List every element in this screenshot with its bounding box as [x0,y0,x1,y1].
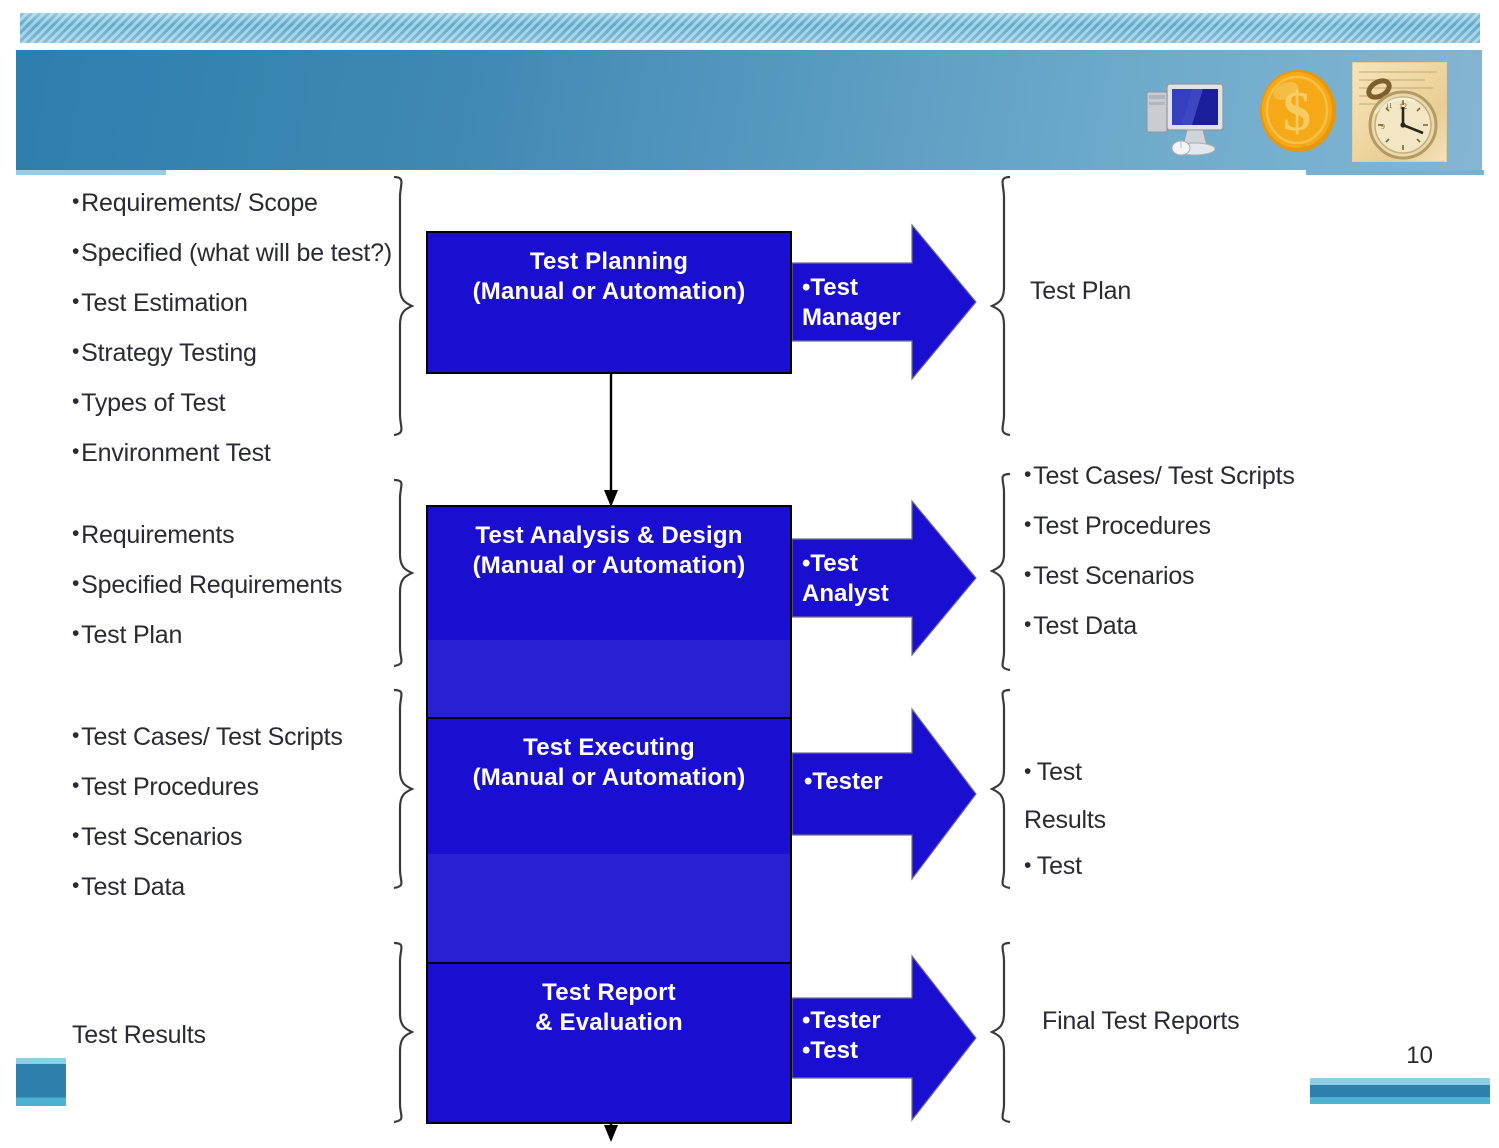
row-0-role-arrow: •Test Manager [791,221,978,389]
process-box-test-report-evaluation[interactable]: Test Report & Evaluation [426,962,792,1124]
output-item: Test Plan [1030,277,1132,305]
input-item: Strategy Testing [72,329,392,379]
output-item: Test Procedures [1024,502,1295,552]
role-label: •Tester [804,768,883,795]
input-item: Test Procedures [72,763,343,813]
header-stripe-sheen [20,13,1480,43]
row-1-output-brace [988,472,1014,677]
slide-number: 10 [1406,1042,1433,1069]
row-2-outputs: Test Results Test [1024,749,1106,891]
computer-monitor-icon [1145,78,1237,158]
row-0-input-brace [390,175,416,442]
output-item: Test Scenarios [1024,552,1295,602]
output-item: Test [1024,843,1106,891]
input-item: Specified (what will be test?) [72,229,392,279]
output-item-continuation: Results [1024,806,1106,834]
input-item: Environment Test [72,429,392,479]
process-box-test-planning[interactable]: Test Planning (Manual or Automation) [426,231,792,374]
row-2-inputs: Test Cases/ Test Scripts Test Procedures… [72,713,343,913]
process-title: Test Report [542,979,676,1006]
row-1-outputs: Test Cases/ Test Scripts Test Procedures… [1024,452,1295,652]
connector-row0-row1 [603,374,619,513]
row-3-input-brace [390,941,416,1129]
slide-header: $ 12 11 9 [0,0,1499,194]
bottom-right-accent-bar [1310,1078,1490,1104]
process-title: Test Analysis & Design [475,522,743,549]
row-3-inputs: Test Results [72,1011,206,1059]
output-item: Test Data [1024,602,1295,652]
input-item: Requirements [72,511,342,561]
row-2-role-arrow: •Tester [791,705,978,888]
input-item: Test Cases/ Test Scripts [72,713,343,763]
row-1-role-arrow: •Test Analyst [791,497,978,665]
process-subtitle: (Manual or Automation) [472,764,746,791]
pocket-watch-icon: 12 11 9 [1352,62,1447,162]
row-0-inputs: Requirements/ Scope Specified (what will… [72,179,392,479]
role-label: •Tester •Test [802,1007,881,1064]
row-3-role-arrow: •Tester •Test [791,952,978,1129]
row-1-inputs: Requirements Specified Requirements Test… [72,511,342,661]
row-0-output-brace [988,175,1014,442]
dollar-coin-icon: $ [1252,65,1344,157]
row-3-outputs: Final Test Reports [1042,997,1240,1045]
row-3-output-brace [988,941,1014,1129]
role-label: •Test Analyst [802,550,889,607]
process-subtitle: & Evaluation [535,1009,683,1036]
row-0-outputs: Test Plan [1030,267,1131,315]
process-title: Test Planning [529,248,689,275]
bottom-left-accent-square [16,1058,66,1106]
row-2-input-brace [390,688,416,895]
input-item: Test Results [72,1021,206,1049]
output-item: Test [1024,749,1106,797]
output-item: Final Test Reports [1042,1007,1240,1035]
input-item: Specified Requirements [72,561,342,611]
input-item: Test Estimation [72,279,392,329]
process-title: Test Executing [523,734,695,761]
row-2-output-brace [988,688,1014,895]
role-label: •Test Manager [802,274,901,331]
slide-content: Requirements/ Scope Specified (what will… [0,175,1499,1142]
row-1-input-brace [390,478,416,673]
input-item: Test Plan [72,611,342,661]
process-subtitle: (Manual or Automation) [472,278,746,305]
output-item: Test Cases/ Test Scripts [1024,452,1295,502]
input-item: Types of Test [72,379,392,429]
input-item: Test Scenarios [72,813,343,863]
svg-text:9: 9 [1381,123,1385,131]
input-item: Requirements/ Scope [72,179,392,229]
input-item: Test Data [72,863,343,913]
process-subtitle: (Manual or Automation) [472,552,746,579]
